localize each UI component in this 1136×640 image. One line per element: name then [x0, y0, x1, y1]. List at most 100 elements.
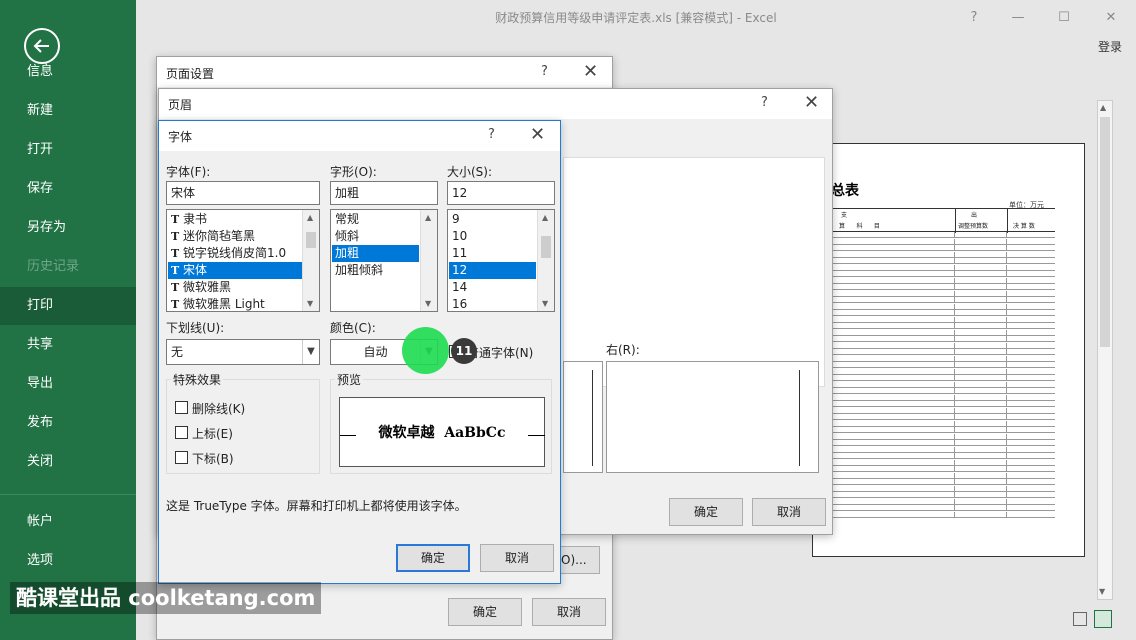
size-item[interactable]: 9	[449, 211, 536, 228]
font-item[interactable]: T 锐字锐线俏皮简1.0	[168, 245, 302, 262]
font-dialog-close[interactable]: ✕	[530, 124, 545, 145]
nav-open[interactable]: 打开	[0, 131, 136, 169]
scroll-up-icon[interactable]: ▲	[425, 213, 431, 222]
style-item-selected[interactable]: 加粗	[332, 245, 419, 262]
header-cancel-button[interactable]: 取消	[752, 498, 826, 526]
font-list[interactable]: T 隶书 T 迷你简毡笔黑 T 锐字锐线俏皮简1.0 T 宋体 T 微软雅黑 T 微软雅黑 …	[166, 209, 320, 312]
preview-cell	[955, 310, 1007, 316]
truetype-icon: T	[171, 281, 180, 294]
preview-cell	[955, 329, 1007, 336]
font-input[interactable]: 宋体	[166, 181, 320, 205]
scroll-down-icon[interactable]: ▼	[307, 299, 313, 308]
nav-publish[interactable]: 发布	[0, 404, 136, 442]
superscript-checkbox[interactable]	[175, 426, 188, 439]
scrollbar-thumb[interactable]	[306, 232, 316, 248]
size-list[interactable]: 9 10 11 12 14 16 ▲ ▼	[447, 209, 555, 312]
preview-cell	[831, 277, 955, 284]
scroll-up-icon[interactable]: ▲	[307, 213, 313, 222]
size-item[interactable]: 11	[449, 245, 536, 262]
preview-cell	[955, 466, 1007, 472]
step-badge: 11	[451, 338, 477, 364]
style-item[interactable]: 加粗倾斜	[332, 262, 419, 279]
font-ok-button[interactable]: 确定	[396, 544, 470, 572]
preview-table-row	[831, 368, 1055, 375]
header-help[interactable]: ?	[761, 95, 768, 110]
login-link[interactable]: 登录	[1098, 38, 1122, 55]
nav-history[interactable]: 历史记录	[0, 248, 136, 286]
font-item[interactable]: T 迷你简毡笔黑	[168, 228, 302, 245]
style-list-scrollbar[interactable]: ▲ ▼	[420, 210, 437, 311]
font-dialog-help[interactable]: ?	[488, 127, 495, 142]
effects-label: 特殊效果	[171, 371, 224, 388]
font-label: 字体(F):	[166, 165, 211, 179]
page-view-icon[interactable]	[1073, 612, 1087, 626]
color-label: 颜色(C):	[330, 321, 376, 335]
nav-share[interactable]: 共享	[0, 326, 136, 364]
preview-cell	[831, 290, 955, 297]
preview-cell	[831, 394, 955, 401]
page-setup-cancel-button[interactable]: 取消	[532, 598, 606, 626]
scroll-down-icon[interactable]: ▼	[425, 299, 431, 308]
scroll-down-icon[interactable]: ▼	[1099, 587, 1105, 596]
nav-save[interactable]: 保存	[0, 170, 136, 208]
header-ok-button[interactable]: 确定	[669, 498, 743, 526]
font-item-label: 宋体	[183, 263, 208, 277]
font-dialog-title: 字体	[168, 130, 193, 144]
size-item-selected[interactable]: 12	[449, 262, 536, 279]
preview-table-header: 支 出 算 科 目 调整预算数 决 算 数	[831, 208, 1055, 233]
maximize-button[interactable]: ☐	[1052, 6, 1076, 30]
scroll-down-icon[interactable]: ▼	[542, 299, 548, 308]
size-input[interactable]: 12	[447, 181, 555, 205]
page-setup-close[interactable]: ✕	[583, 61, 598, 82]
size-item[interactable]: 10	[449, 228, 536, 245]
scroll-up-icon[interactable]: ▲	[1100, 103, 1106, 112]
zoom-page-icon[interactable]	[1094, 610, 1112, 628]
help-button[interactable]: ?	[962, 6, 986, 30]
nav-info[interactable]: 信息	[0, 53, 136, 91]
scrollbar-thumb[interactable]	[541, 236, 551, 258]
nav-new[interactable]: 新建	[0, 92, 136, 130]
chevron-down-icon[interactable]: ▼	[302, 340, 319, 364]
nav-account[interactable]: 帐户	[0, 503, 136, 541]
preview-cell	[955, 505, 1007, 511]
scroll-up-icon[interactable]: ▲	[542, 213, 548, 222]
nav-close[interactable]: 关闭	[0, 443, 136, 481]
font-dialog: 字体 ? ✕ 字体(F): 宋体 T 隶书 T 迷你简毡笔黑 T 锐字锐线俏皮简1.0…	[158, 120, 561, 584]
right-section-box[interactable]	[606, 361, 819, 473]
font-item-selected[interactable]: T 宋体	[168, 262, 302, 279]
font-item[interactable]: T 隶书	[168, 211, 302, 228]
underline-select[interactable]: 无 ▼	[166, 339, 320, 365]
close-window-button[interactable]: ✕	[1099, 6, 1123, 30]
nav-options[interactable]: 选项	[0, 542, 136, 580]
preview-cell	[831, 251, 955, 258]
truetype-icon: T	[171, 264, 180, 277]
size-list-scrollbar[interactable]: ▲ ▼	[537, 210, 554, 311]
preview-table-row	[831, 238, 1055, 245]
size-item[interactable]: 16	[449, 296, 536, 311]
page-setup-help[interactable]: ?	[541, 64, 548, 79]
effects-group	[166, 379, 320, 474]
preview-cell	[955, 284, 1007, 290]
style-item[interactable]: 常规	[332, 211, 419, 228]
style-item[interactable]: 倾斜	[332, 228, 419, 245]
preview-scrollbar[interactable]: ▲	[1097, 100, 1113, 600]
nav-export[interactable]: 导出	[0, 365, 136, 403]
size-item[interactable]: 14	[449, 279, 536, 296]
font-item[interactable]: T 微软雅黑 Light	[168, 296, 302, 311]
scrollbar-thumb[interactable]	[1100, 117, 1110, 347]
page-setup-ok-button[interactable]: 确定	[448, 598, 522, 626]
strikethrough-checkbox[interactable]	[175, 401, 188, 414]
preview-table-row	[831, 381, 1055, 388]
nav-print[interactable]: 打印	[0, 287, 136, 325]
font-cancel-button[interactable]: 取消	[480, 544, 554, 572]
subscript-checkbox[interactable]	[175, 451, 188, 464]
header-close[interactable]: ✕	[804, 92, 819, 113]
minimize-button[interactable]: —	[1006, 6, 1030, 30]
center-section-box[interactable]	[563, 361, 603, 473]
font-item[interactable]: T 微软雅黑	[168, 279, 302, 296]
preview-col-a: 算 科 目	[839, 223, 880, 230]
nav-save-as[interactable]: 另存为	[0, 209, 136, 247]
font-list-scrollbar[interactable]: ▲ ▼	[302, 210, 319, 311]
style-input[interactable]: 加粗	[330, 181, 438, 205]
style-list[interactable]: 常规 倾斜 加粗 加粗倾斜 ▲ ▼	[330, 209, 438, 312]
